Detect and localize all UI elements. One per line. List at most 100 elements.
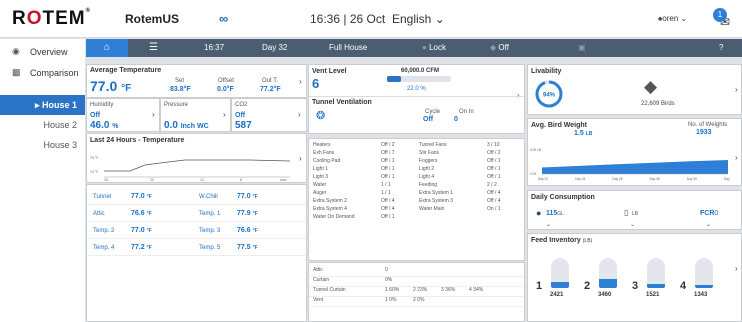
weight-area-series: [542, 160, 728, 174]
out-temp-value: 77.2°F: [260, 86, 281, 93]
vent-percent: 22.0 %: [407, 86, 426, 92]
device-name: Extra System 2: [313, 198, 347, 204]
device-status: Off / 4: [381, 206, 395, 212]
device-name: Tunnel Fans: [419, 142, 447, 148]
bin-number: 2: [584, 280, 591, 292]
device-status: Off / 1: [487, 158, 501, 164]
sidebar-overview[interactable]: ◉ Overview: [0, 41, 85, 62]
user-menu[interactable]: ♠oren ⌄: [658, 14, 687, 23]
off-button[interactable]: ◆ Off: [490, 39, 509, 57]
toolbar-time: 16:37: [204, 43, 225, 52]
sensor-row: Attic 76.6 °F Temp. 1 77.9 °F: [87, 206, 306, 222]
cycle-value: Off: [423, 116, 434, 123]
on-in-value: 0: [454, 116, 458, 123]
y-tick: 0.00: [530, 172, 536, 176]
chevron-right-icon[interactable]: ›: [223, 110, 226, 119]
sensor-name: Temp. 3: [199, 228, 221, 234]
device-name: Light 1: [313, 166, 329, 172]
average-temperature-card[interactable]: Average Temperature 77.0 °F Set 83.8°F O…: [86, 64, 307, 98]
x-tick: Day 32: [724, 177, 730, 181]
offset-value: 0.0°F: [217, 86, 234, 93]
chevron-right-icon[interactable]: ›: [735, 264, 738, 273]
co2-card[interactable]: CO2 Off 587 ›: [231, 98, 307, 132]
x-tick: 20: [150, 178, 154, 181]
x-tick: Day 28: [650, 177, 660, 181]
chevron-right-icon[interactable]: ›: [735, 153, 738, 162]
cycle-label: Cycle: [425, 109, 441, 115]
x-tick: 8: [240, 178, 242, 181]
device-row: Auger 1 / 1 Extra System 1 Off / 4: [309, 190, 524, 198]
livability-card[interactable]: Livability 94% ◆ 22,609 Birds ›: [527, 64, 742, 115]
sensor-value: 76.6 °F: [237, 227, 258, 234]
link-icon[interactable]: ∞: [219, 11, 228, 26]
notification-badge[interactable]: 1: [713, 8, 727, 22]
sidebar-comparison[interactable]: ▩ Comparison: [0, 62, 85, 83]
sensor-name: Temp. 1: [199, 211, 221, 217]
device-status: Off / 1: [381, 174, 395, 180]
chevron-right-icon[interactable]: ›: [735, 85, 738, 94]
chevron-down-icon[interactable]: ⌄: [546, 221, 551, 228]
inlets-card: Attic 0 Curtain 0% Tunnel Curtain 1 60% 2 23…: [308, 262, 525, 322]
x-tick: Day 26: [612, 177, 622, 181]
weight-title: Avg. Bird Weight: [531, 122, 587, 129]
humidity-label: Humidity: [90, 102, 114, 108]
water-drop-icon: ●: [536, 208, 542, 218]
camera-icon[interactable]: ▣: [578, 39, 586, 57]
farm-name[interactable]: RotemUS: [125, 12, 179, 26]
inlet-value: 2 0%: [413, 297, 425, 303]
chevron-right-icon[interactable]: ›: [299, 154, 302, 163]
silo-icon: [599, 258, 617, 288]
sidebar-house-2[interactable]: House 2: [0, 115, 85, 135]
device-status: 1 / 1: [381, 182, 391, 188]
feed-unit: LB: [632, 211, 639, 217]
device-name: Light 3: [313, 174, 329, 180]
chevron-right-icon[interactable]: ›: [152, 110, 155, 119]
chevron-down-icon[interactable]: ⌄: [706, 221, 711, 228]
bin-value: 1521: [646, 292, 660, 298]
device-status: Off / 1: [381, 166, 395, 172]
chevron-right-icon[interactable]: ›: [298, 110, 301, 119]
bird-weight-card[interactable]: Avg. Bird Weight 1.5 LB No. of Weights 1…: [527, 118, 742, 186]
help-button[interactable]: ?: [719, 39, 723, 57]
device-status: Off / 2: [381, 142, 395, 148]
eye-icon: ◉: [12, 46, 20, 56]
feed-bin: 4 1343: [680, 252, 724, 318]
device-row: Light 3 Off / 1 Light 4 Off / 1: [309, 174, 524, 182]
house-mode[interactable]: Full House: [329, 39, 367, 57]
header-clock: 16:36 | 26 Oct: [310, 12, 386, 26]
chevron-right-icon[interactable]: ›: [299, 77, 302, 86]
device-name: Extra System 3: [419, 198, 453, 204]
last-24-hours-card[interactable]: Last 24 Hours - Temperature 75 °F 70 °F …: [86, 133, 307, 183]
livability-title: Livability: [531, 68, 562, 75]
sensor-value: 77.9 °F: [237, 210, 258, 217]
pressure-card[interactable]: Pressure 0.0 Inch WC ›: [160, 98, 231, 132]
menu-icon[interactable]: ☰: [149, 39, 158, 57]
inlet-name: Curtain: [313, 277, 330, 283]
inlet-name: Attic: [313, 267, 323, 273]
chevron-down-icon[interactable]: ⌄: [630, 221, 635, 228]
vent-level-card[interactable]: Vent Level 6 60,000.0 CFM 22.0 % › Tunne…: [308, 64, 525, 134]
language-dropdown[interactable]: English ⌄: [392, 12, 445, 26]
set-value: 83.8°F: [170, 86, 191, 93]
lock-button[interactable]: ● Lock: [422, 39, 446, 57]
co2-status: Off: [235, 112, 246, 119]
device-name: Water: [313, 182, 327, 188]
home-button[interactable]: ⌂: [86, 39, 128, 57]
x-tick: Day 24: [575, 177, 585, 181]
sidebar-house-1[interactable]: ▸ House 1: [0, 95, 85, 115]
device-name: Water On Demand: [313, 214, 355, 220]
silo-fill: [551, 282, 569, 288]
bin-value: 3460: [598, 292, 612, 298]
device-name: Water Main: [419, 206, 445, 212]
co2-value: 587: [235, 120, 252, 131]
device-row: Water 1 / 1 Feeding 2 / 2: [309, 182, 524, 190]
humidity-card[interactable]: Humidity Off 46.0 % ›: [86, 98, 160, 132]
rotem-logo: ROTEM®: [12, 8, 92, 29]
device-status: Off / 2: [487, 150, 501, 156]
sidebar-house-3[interactable]: House 3: [0, 135, 85, 155]
vent-level-value: 6: [312, 76, 320, 91]
device-row: Extra System 4 Off / 4 Water Main On / 1: [309, 206, 524, 214]
feed-inventory-card[interactable]: Feed Inventory (LB) 1 2421 2 3460 3 1521…: [527, 233, 742, 322]
sensor-name: Temp. 2: [93, 228, 115, 234]
feed-bin: 3 1521: [632, 252, 676, 318]
